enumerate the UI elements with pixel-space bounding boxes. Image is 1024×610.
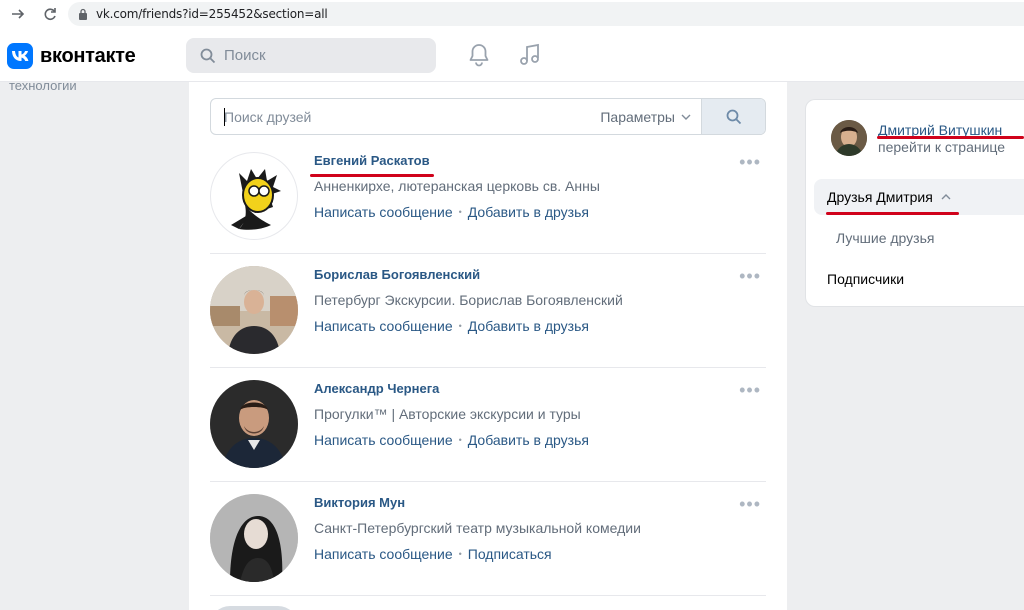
more-options-icon[interactable]: ••• (739, 380, 761, 401)
friends-sections-panel: Дмитрий Витушкин перейти к странице Друз… (805, 99, 1024, 307)
friends-list-card: Поиск друзей Параметры Евгений Раскатов … (189, 82, 787, 610)
avatar[interactable] (210, 266, 298, 354)
chevron-up-icon (941, 194, 951, 200)
add-friend-link[interactable]: Добавить в друзья (468, 318, 589, 334)
vk-logo-text: вконтакте (40, 44, 136, 67)
friend-name[interactable]: Александр Чернега (314, 381, 439, 396)
separator-dot: • (458, 207, 462, 217)
write-message-link[interactable]: Написать сообщение (314, 204, 453, 220)
separator-dot: • (458, 321, 462, 331)
friends-search-button[interactable] (701, 99, 765, 134)
search-input[interactable]: Поиск (186, 38, 436, 73)
friends-search-input[interactable]: Поиск друзей (211, 99, 600, 134)
avatar[interactable] (210, 494, 298, 582)
chevron-down-icon (681, 114, 691, 120)
more-options-icon[interactable]: ••• (739, 266, 761, 287)
friend-row: Виктория Мун Санкт-Петербургский театр м… (189, 482, 787, 596)
avatar[interactable] (210, 380, 298, 468)
browser-toolbar: vk.com/friends?id=255452&section=all (0, 0, 1024, 28)
friend-name[interactable]: Борислав Богоявленский (314, 267, 480, 282)
friends-search-bar: Поиск друзей Параметры (210, 98, 766, 135)
friend-actions: Написать сообщение • Добавить в друзья (314, 318, 589, 334)
reload-icon[interactable] (40, 4, 60, 24)
vk-logo[interactable]: вконтакте (7, 43, 136, 69)
write-message-link[interactable]: Написать сообщение (314, 546, 453, 562)
address-bar[interactable]: vk.com/friends?id=255452&section=all (68, 2, 1024, 26)
friend-row: Борислав Богоявленский Петербург Экскурс… (189, 254, 787, 368)
friend-description: Петербург Экскурсии. Борислав Богоявленс… (314, 292, 623, 308)
friend-row: Александр Чернега Прогулки™ | Авторские … (189, 368, 787, 482)
write-message-link[interactable]: Написать сообщение (314, 318, 453, 334)
parameters-label: Параметры (600, 108, 675, 125)
annotation-underline (826, 212, 959, 215)
add-friend-link[interactable]: Добавить в друзья (468, 204, 589, 220)
avatar[interactable] (210, 152, 298, 240)
separator-dot: • (458, 435, 462, 445)
menu-item-label: Друзья Дмитрия (827, 189, 933, 205)
friend-actions: Написать сообщение • Добавить в друзья (314, 432, 589, 448)
vk-logo-icon (7, 43, 33, 69)
search-placeholder: Поиск (224, 47, 266, 64)
forward-arrow-icon[interactable] (8, 4, 28, 24)
text-cursor (224, 108, 225, 126)
more-options-icon[interactable]: ••• (739, 494, 761, 515)
row-divider (210, 595, 766, 596)
site-header: вконтакте Поиск (0, 28, 1024, 82)
avatar[interactable] (831, 120, 867, 156)
search-icon (726, 109, 741, 124)
subscribe-link[interactable]: Подписаться (468, 546, 552, 562)
friends-search-placeholder: Поиск друзей (224, 108, 312, 125)
annotation-underline (310, 174, 434, 177)
url-text: vk.com/friends?id=255452&section=all (96, 7, 328, 21)
friend-description: Прогулки™ | Авторские экскурсии и туры (314, 406, 581, 422)
friend-row: Евгений Раскатов Анненкирхе, лютеранская… (189, 140, 787, 254)
friend-actions: Написать сообщение • Подписаться (314, 546, 552, 562)
go-to-page-link[interactable]: перейти к странице (878, 139, 1005, 155)
separator-dot: • (458, 549, 462, 559)
menu-item-best-friends[interactable]: Лучшие друзья (836, 230, 934, 246)
lock-icon (79, 8, 87, 20)
menu-item-friends-of[interactable]: Друзья Дмитрия (814, 179, 1024, 215)
notifications-bell-icon[interactable] (466, 42, 492, 68)
friend-description: Анненкирхе, лютеранская церковь св. Анны (314, 178, 600, 194)
add-friend-link[interactable]: Добавить в друзья (468, 432, 589, 448)
friend-description: Санкт-Петербургский театр музыкальной ко… (314, 520, 641, 536)
menu-item-followers[interactable]: Подписчики (827, 271, 904, 287)
write-message-link[interactable]: Написать сообщение (314, 432, 453, 448)
friend-name[interactable]: Виктория Мун (314, 495, 405, 510)
friend-actions: Написать сообщение • Добавить в друзья (314, 204, 589, 220)
more-options-icon[interactable]: ••• (739, 152, 761, 173)
annotation-underline (877, 136, 1024, 139)
friend-name[interactable]: Евгений Раскатов (314, 153, 430, 168)
music-note-icon[interactable] (517, 42, 543, 68)
left-sidebar: технологии (0, 78, 188, 610)
sidebar-item-label[interactable]: технологии (9, 78, 77, 93)
avatar[interactable] (210, 606, 298, 610)
search-icon (200, 48, 216, 63)
parameters-dropdown[interactable]: Параметры (600, 109, 701, 125)
